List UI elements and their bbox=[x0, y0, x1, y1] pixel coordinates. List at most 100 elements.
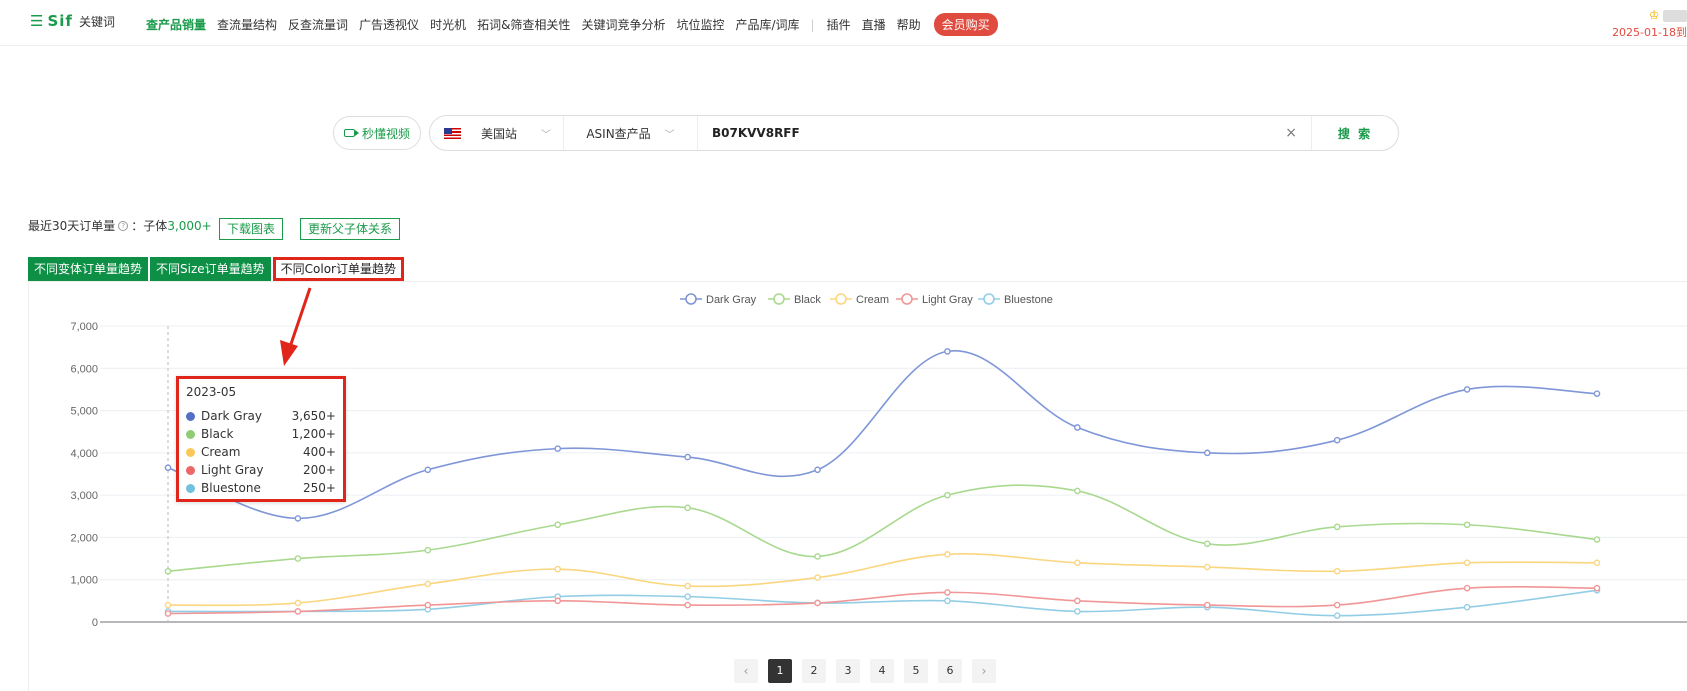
page-button-3[interactable]: 3 bbox=[836, 659, 860, 683]
data-point bbox=[554, 565, 562, 573]
data-point bbox=[554, 445, 562, 452]
tooltip-series-value: 400+ bbox=[303, 445, 336, 459]
tooltip-series-name: Black bbox=[201, 427, 234, 441]
data-point bbox=[944, 348, 951, 355]
y-tick-label: 5,000 bbox=[70, 406, 98, 418]
data-point bbox=[684, 601, 691, 609]
data-point bbox=[1333, 567, 1341, 575]
page-button-4[interactable]: 4 bbox=[870, 659, 894, 683]
data-point bbox=[944, 551, 951, 558]
data-point bbox=[424, 601, 432, 609]
data-point bbox=[1333, 436, 1341, 444]
tooltip-row: Dark Gray 3,650+ bbox=[186, 407, 336, 425]
data-point bbox=[164, 610, 172, 617]
data-point bbox=[1593, 536, 1601, 543]
legend-label: Black bbox=[794, 294, 821, 306]
y-tick-label: 4,000 bbox=[70, 448, 98, 460]
data-point bbox=[1203, 449, 1211, 457]
pagination: ‹ 1 2 3 4 5 6 › bbox=[734, 659, 996, 683]
legend-marker bbox=[983, 293, 995, 305]
legend-marker bbox=[835, 293, 847, 305]
series-lines bbox=[164, 348, 1601, 619]
data-point bbox=[294, 608, 302, 615]
tooltip-series-name: Light Gray bbox=[201, 463, 264, 477]
tooltip-row: Black 1,200+ bbox=[186, 425, 336, 443]
data-point bbox=[1074, 487, 1081, 495]
tooltip-series-value: 1,200+ bbox=[291, 427, 336, 441]
data-point bbox=[1463, 521, 1471, 529]
data-point bbox=[294, 515, 302, 522]
data-point bbox=[1463, 584, 1471, 592]
data-point bbox=[814, 466, 821, 474]
data-point bbox=[1593, 584, 1601, 592]
data-point bbox=[424, 580, 432, 588]
data-point bbox=[1593, 390, 1601, 397]
data-point bbox=[164, 567, 172, 575]
data-point bbox=[1593, 559, 1601, 567]
data-point bbox=[944, 597, 951, 605]
legend-label: Cream bbox=[856, 294, 889, 306]
page-button-1[interactable]: 1 bbox=[768, 659, 792, 683]
y-tick-label: 0 bbox=[92, 617, 98, 629]
legend-item: Bluestone bbox=[978, 293, 1053, 306]
tooltip-series-value: 250+ bbox=[303, 481, 336, 495]
legend-item: Light Gray bbox=[896, 293, 973, 306]
data-point bbox=[684, 582, 691, 590]
tooltip-series-name: Dark Gray bbox=[201, 409, 262, 423]
data-point bbox=[554, 521, 562, 529]
arrow-head bbox=[280, 340, 298, 366]
tooltip-title: 2023-05 bbox=[186, 385, 237, 399]
legend-marker bbox=[901, 293, 913, 305]
next-page-button[interactable]: › bbox=[972, 659, 996, 683]
series-dot-icon bbox=[186, 447, 195, 457]
legend-item: Black bbox=[768, 293, 821, 306]
data-point bbox=[684, 453, 691, 461]
series-dot-icon bbox=[186, 429, 195, 439]
data-point bbox=[684, 504, 691, 512]
data-point bbox=[814, 599, 821, 607]
y-tick-label: 2,000 bbox=[70, 532, 98, 544]
data-point bbox=[944, 491, 951, 499]
data-point bbox=[1463, 603, 1471, 611]
tooltip-series-value: 200+ bbox=[303, 463, 336, 477]
series-dot-icon bbox=[186, 465, 195, 475]
data-point bbox=[1074, 608, 1081, 615]
tooltip-series-name: Bluestone bbox=[201, 481, 261, 495]
annotation-arrow bbox=[280, 287, 312, 366]
tooltip-row: Bluestone 250+ bbox=[186, 479, 336, 497]
chart-tooltip: 2023-05 Dark Gray 3,650+ Black 1,200+ Cr… bbox=[176, 376, 346, 502]
tooltip-row: Cream 400+ bbox=[186, 443, 336, 461]
legend-marker bbox=[685, 293, 697, 305]
y-axis: 0 1,000 2,000 3,000 4,000 5,000 6,000 7,000 bbox=[70, 321, 98, 629]
data-point bbox=[1333, 601, 1341, 609]
data-point bbox=[1463, 559, 1471, 567]
page-button-5[interactable]: 5 bbox=[904, 659, 928, 683]
tooltip-row: Light Gray 200+ bbox=[186, 461, 336, 479]
data-point bbox=[1203, 563, 1211, 571]
page-button-6[interactable]: 6 bbox=[938, 659, 962, 683]
data-point bbox=[1333, 612, 1341, 619]
prev-page-button[interactable]: ‹ bbox=[734, 659, 758, 683]
legend-marker bbox=[773, 293, 785, 305]
y-tick-label: 3,000 bbox=[70, 490, 98, 502]
series-line bbox=[167, 484, 1598, 573]
data-point bbox=[424, 466, 432, 474]
data-point bbox=[814, 553, 821, 560]
legend-label: Light Gray bbox=[922, 294, 973, 306]
legend-item: Cream bbox=[830, 293, 889, 306]
data-point bbox=[684, 593, 691, 600]
data-point bbox=[294, 599, 302, 607]
data-point bbox=[944, 589, 951, 596]
data-point bbox=[1463, 386, 1471, 393]
line-chart: 0 1,000 2,000 3,000 4,000 5,000 6,000 7,000 Dar… bbox=[70, 287, 1687, 629]
data-point bbox=[1074, 424, 1081, 431]
legend: Dark Gray Black Cream Light Gray Bluestone bbox=[680, 293, 1053, 306]
arrow-shaft bbox=[289, 287, 312, 345]
series-line bbox=[167, 350, 1598, 520]
page-button-2[interactable]: 2 bbox=[802, 659, 826, 683]
data-point bbox=[1074, 559, 1081, 567]
series-dot-icon bbox=[186, 483, 195, 493]
data-point bbox=[164, 601, 172, 609]
data-point bbox=[1333, 523, 1341, 531]
y-tick-label: 7,000 bbox=[70, 321, 98, 333]
